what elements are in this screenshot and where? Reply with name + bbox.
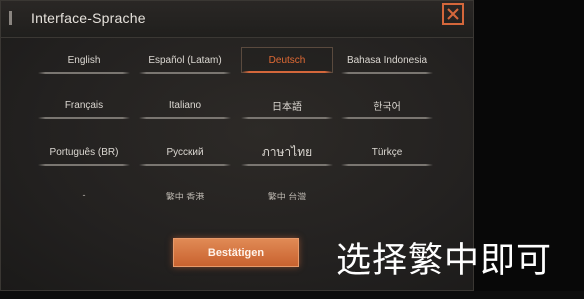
- language-label: ภาษาไทย: [261, 144, 313, 159]
- language-label: Italiano: [168, 99, 202, 111]
- language-option-japanese[interactable]: 日本語: [241, 92, 333, 119]
- language-label: Bahasa Indonesia: [346, 54, 428, 66]
- language-label: Português (BR): [49, 146, 119, 158]
- overlay-caption: 选择繁中即可: [336, 241, 553, 281]
- language-label: 日本語: [272, 101, 302, 113]
- language-label: Русский: [166, 146, 204, 158]
- language-option-spanish-latam[interactable]: Español (Latam): [139, 47, 231, 74]
- language-option-italian[interactable]: Italiano: [139, 92, 231, 119]
- language-label: Deutsch: [268, 54, 306, 66]
- language-label: English: [67, 54, 101, 66]
- language-option-indonesian[interactable]: Bahasa Indonesia: [341, 47, 433, 74]
- language-option-french[interactable]: Français: [38, 92, 130, 119]
- language-option-russian[interactable]: Русский: [139, 139, 231, 166]
- language-label: 繁中 香港: [165, 192, 205, 200]
- language-option-traditional-chinese-hk[interactable]: 繁中 香港: [139, 190, 231, 200]
- language-label: Türkçe: [371, 146, 403, 158]
- confirm-button[interactable]: Bestätigen: [173, 238, 299, 267]
- language-option-korean[interactable]: 한국어: [341, 92, 433, 119]
- language-option-traditional-chinese-tw[interactable]: 繁中 台灣: [241, 190, 333, 200]
- language-label: -: [82, 190, 86, 200]
- language-option-thai[interactable]: ภาษาไทย: [241, 139, 333, 166]
- language-option-german[interactable]: Deutsch: [241, 47, 333, 73]
- language-label: Español (Latam): [148, 54, 222, 66]
- language-option-partial-1[interactable]: -: [38, 190, 130, 200]
- language-option-turkish[interactable]: Türkçe: [341, 139, 433, 166]
- language-label: Français: [64, 99, 104, 111]
- bottom-strip: [0, 291, 584, 299]
- language-label: 한국어: [373, 101, 401, 113]
- language-label: 繁中 台灣: [267, 192, 307, 200]
- language-option-english[interactable]: English: [38, 47, 130, 74]
- language-option-portuguese-br[interactable]: Português (BR): [38, 139, 130, 166]
